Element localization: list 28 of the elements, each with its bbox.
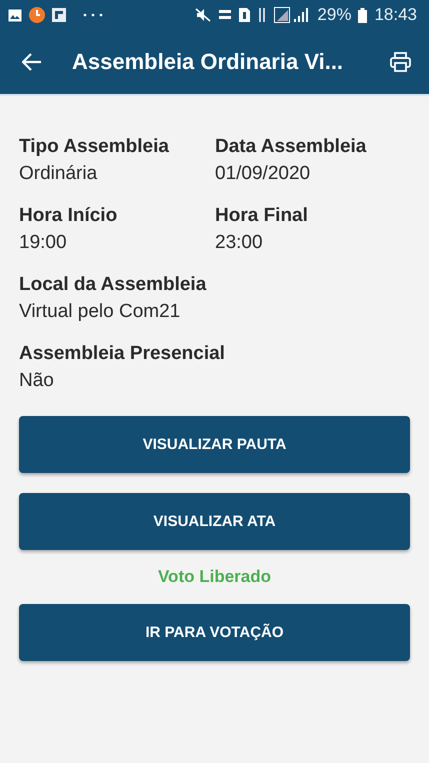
vote-status: Voto Liberado (158, 567, 271, 587)
signal-icon (274, 7, 310, 23)
more-icon (83, 13, 103, 17)
field-label: Tipo Assembleia (19, 136, 170, 158)
field-value: Não (19, 370, 55, 392)
action-button[interactable]: VISUALIZAR ATA (19, 493, 410, 550)
image-icon (8, 8, 22, 22)
field-value: Ordinária (19, 163, 98, 185)
mute-icon (195, 8, 212, 22)
field-value: 01/09/2020 (215, 163, 312, 185)
print-icon[interactable] (390, 52, 411, 72)
field-label: Data Assembleia (215, 136, 368, 158)
field-value: 23:00 (215, 232, 264, 254)
action-button[interactable]: IR PARA VOTAÇÃO (19, 604, 410, 661)
back-arrow-icon[interactable] (22, 53, 42, 71)
clock-icon (29, 7, 45, 23)
clock-time: 18:43 (374, 5, 417, 25)
field-value: 19:00 (19, 232, 68, 254)
field-label: Local da Assembleia (19, 274, 208, 296)
field-label: Hora Início (19, 205, 118, 227)
battery-icon (358, 8, 368, 22)
sim-icon (239, 8, 250, 22)
screen-title: Assembleia Ordinaria Vi... (72, 49, 344, 75)
field-label: Hora Final (215, 205, 309, 227)
action-button[interactable]: VISUALIZAR PAUTA (19, 416, 410, 473)
field-value: Virtual pelo Com21 (19, 301, 182, 323)
battery-percentage: 29% (317, 5, 352, 25)
field-label: Assembleia Presencial (19, 343, 226, 365)
